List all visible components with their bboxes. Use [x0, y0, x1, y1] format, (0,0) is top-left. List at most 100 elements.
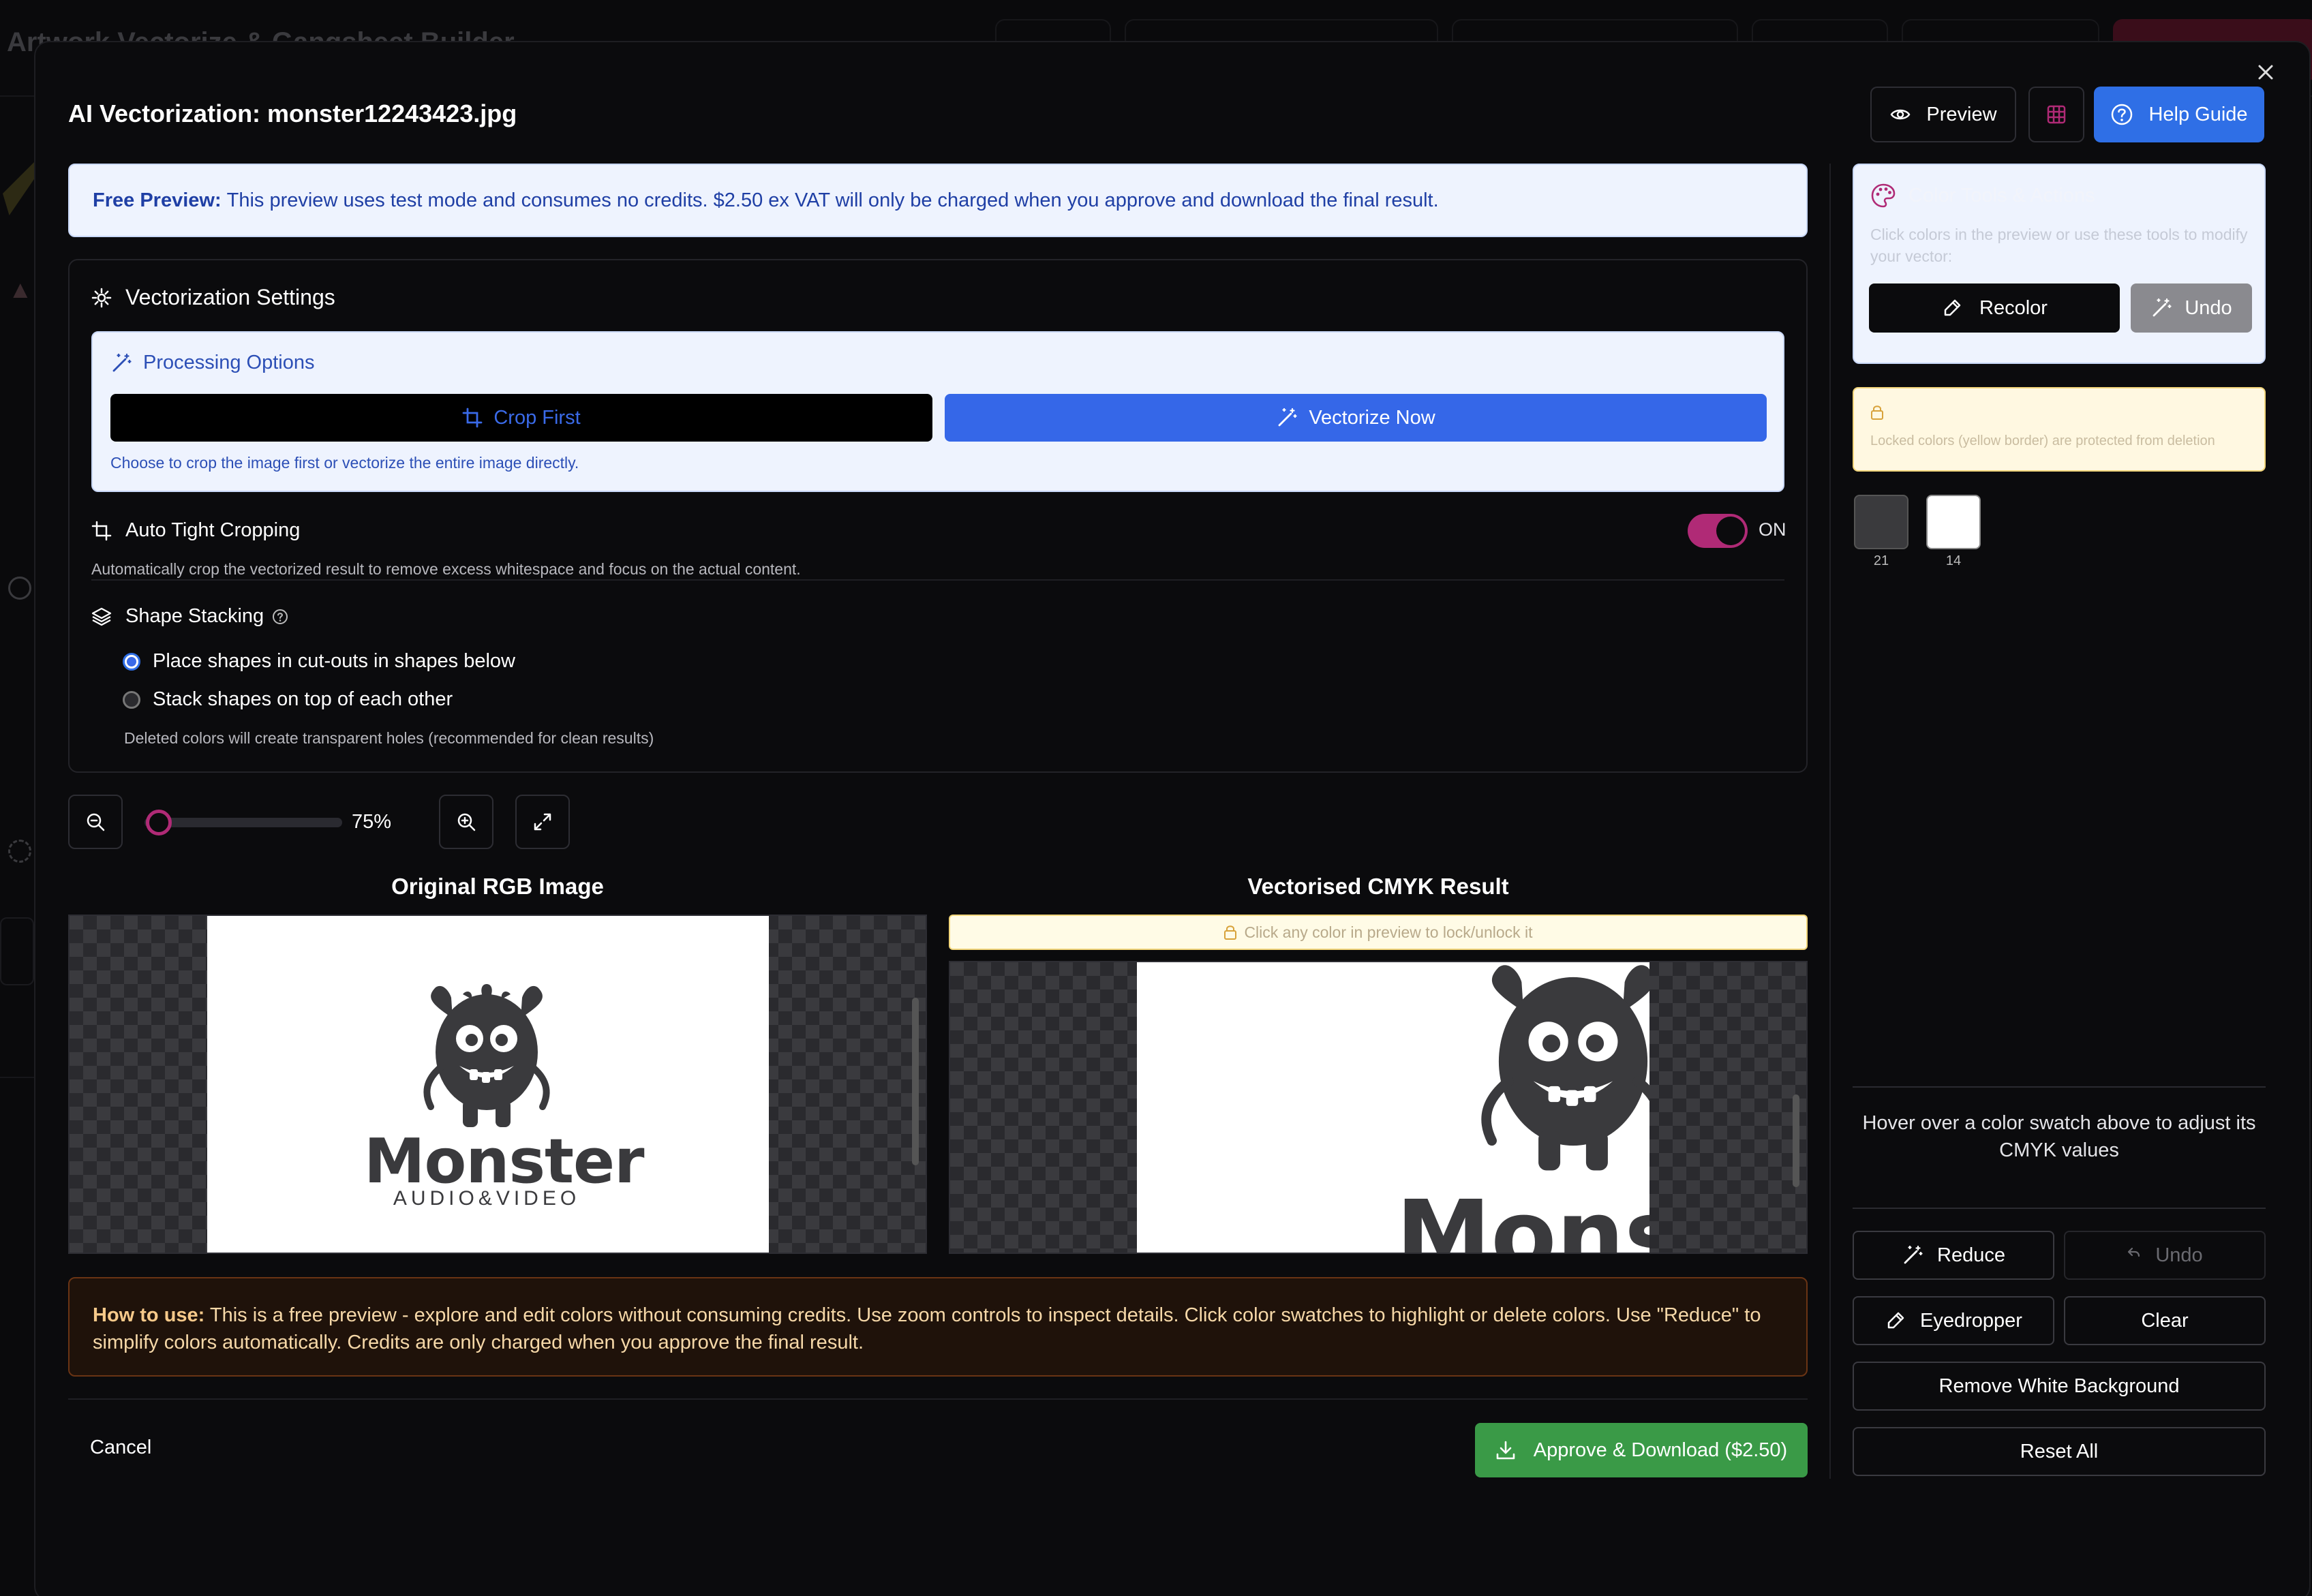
locked-colors-text: Locked colors (yellow border) are protec… [1870, 433, 2215, 448]
undo-action-label: Undo [2155, 1244, 2203, 1266]
background-card [0, 917, 34, 985]
free-preview-text: This preview uses test mode and consumes… [226, 189, 1439, 211]
zoom-out-icon [85, 811, 106, 833]
settings-title: Vectorization Settings [91, 285, 335, 310]
color-tools-hint: Click colors in the preview or use these… [1870, 226, 2248, 265]
crop-first-button[interactable]: Crop First [110, 394, 932, 442]
palette-icon [1870, 183, 1896, 209]
info-icon[interactable] [272, 609, 288, 625]
settings-divider [91, 579, 1784, 581]
background-check-icon [8, 577, 31, 600]
modal-title: AI Vectorization: monster12243423.jpg [68, 99, 517, 127]
reset-all-button[interactable]: Reset All [1853, 1427, 2266, 1476]
lock-hint-text: Click any color in preview to lock/unloc… [1244, 923, 1533, 941]
lock-icon [1870, 405, 1884, 420]
cancel-button[interactable]: Cancel [90, 1437, 151, 1459]
background-divider [0, 1077, 34, 1078]
locked-colors-info: Locked colors (yellow border) are protec… [1853, 387, 2266, 472]
stacking-option-label: Place shapes in cut-outs in shapes below [153, 650, 515, 672]
layers-icon [91, 607, 112, 627]
remove-white-background-button[interactable]: Remove White Background [1853, 1362, 2266, 1411]
processing-options-box: Processing Options Crop First Vectorize … [91, 331, 1784, 492]
radio-unselected[interactable] [123, 690, 140, 709]
fullscreen-button[interactable] [515, 795, 570, 849]
how-to-use-label: How to use: [93, 1304, 205, 1326]
color-swatch[interactable] [1854, 495, 1908, 549]
radio-selected[interactable] [123, 652, 140, 671]
reduce-button[interactable]: Reduce [1853, 1231, 2054, 1280]
original-scrollbar[interactable] [912, 998, 919, 1165]
lock-hint-banner: Click any color in preview to lock/unloc… [949, 915, 1808, 950]
monster-vector-illustration [1481, 965, 1649, 1171]
auto-crop-toggle[interactable] [1688, 514, 1748, 548]
result-scrollbar[interactable] [1793, 1094, 1799, 1187]
eyedropper-icon [1941, 297, 1963, 319]
how-to-use-text: This is a free preview - explore and edi… [93, 1304, 1761, 1353]
auto-crop-label: Auto Tight Cropping [125, 519, 301, 541]
processing-hint: Choose to crop the image first or vector… [110, 454, 579, 472]
eyedropper-label: Eyedropper [1920, 1309, 2022, 1332]
eyedropper-icon [1885, 1310, 1906, 1332]
expand-icon [532, 811, 553, 833]
zoom-slider-handle[interactable] [146, 810, 172, 835]
zoom-slider-track[interactable] [144, 818, 342, 827]
free-preview-label: Free Preview: [93, 189, 222, 211]
free-preview-banner: Free Preview: This preview uses test mod… [68, 164, 1808, 237]
zoom-out-button[interactable] [68, 795, 123, 849]
zoom-in-icon [455, 811, 477, 833]
auto-crop-state: ON [1759, 519, 1786, 540]
help-guide-label: Help Guide [2148, 103, 2248, 125]
recolor-label: Recolor [1979, 296, 2048, 319]
original-image-viewport[interactable]: Monster AUDIO&VIDEO [68, 915, 927, 1254]
zoom-in-button[interactable] [439, 795, 493, 849]
processing-options-label: Processing Options [143, 352, 315, 373]
help-guide-button[interactable]: Help Guide [2094, 87, 2264, 142]
preview-button-label: Preview [1926, 103, 1997, 125]
result-image-viewport[interactable]: Monst [949, 961, 1808, 1254]
stacking-option-cutouts[interactable]: Place shapes in cut-outs in shapes below [123, 650, 515, 673]
preview-button[interactable]: Preview [1870, 87, 2016, 142]
auto-crop-title: Auto Tight Cropping [91, 519, 300, 542]
undo-label: Undo [2185, 296, 2232, 319]
logo-brand-text-vector: Monst [1396, 1180, 1649, 1254]
shape-stacking-label: Shape Stacking [125, 605, 264, 627]
color-swatch[interactable] [1926, 495, 1981, 549]
vectorize-now-label: Vectorize Now [1309, 406, 1435, 429]
clear-button[interactable]: Clear [2064, 1296, 2266, 1345]
help-circle-icon [2110, 103, 2133, 126]
stacking-note: Deleted colors will create transparent h… [124, 729, 654, 747]
swatch-count: 14 [1945, 553, 1962, 568]
background-gear-icon [8, 840, 31, 863]
vectorize-now-button[interactable]: Vectorize Now [945, 394, 1767, 442]
stacking-option-label: Stack shapes on top of each other [153, 688, 453, 710]
shape-stacking-title: Shape Stacking [91, 605, 288, 628]
processing-options-title: Processing Options [110, 352, 314, 374]
undo-recolor-button[interactable]: Undo [2131, 283, 2252, 333]
crop-icon [462, 408, 483, 428]
crop-icon [91, 521, 112, 541]
magic-wand-icon [1902, 1244, 1923, 1266]
eyedropper-button[interactable]: Eyedropper [1853, 1296, 2054, 1345]
download-icon [1495, 1440, 1516, 1460]
lock-icon [1223, 925, 1237, 940]
approve-download-button[interactable]: Approve & Download ($2.50) [1475, 1423, 1808, 1477]
magic-wand-icon [1276, 407, 1298, 429]
approve-download-label: Approve & Download ($2.50) [1533, 1439, 1788, 1461]
undo-button[interactable]: Undo [2064, 1231, 2266, 1280]
zoom-value: 75% [352, 811, 392, 833]
clear-label: Clear [2141, 1309, 2189, 1332]
close-icon[interactable] [2253, 60, 2278, 85]
monster-illustration [423, 984, 550, 1127]
recolor-button[interactable]: Recolor [1869, 283, 2120, 333]
color-tools-label: Color Tools & Actions [1908, 184, 2095, 206]
vector-result-image: Monst [1137, 962, 1649, 1254]
stacking-option-stack[interactable]: Stack shapes on top of each other [123, 688, 453, 711]
color-tools-card: Color Tools & Actions Click colors in th… [1853, 164, 2266, 364]
right-divider [1853, 1086, 2266, 1088]
remove-white-label: Remove White Background [1938, 1375, 2180, 1397]
original-image: Monster AUDIO&VIDEO [207, 916, 769, 1253]
reduce-label: Reduce [1937, 1244, 2005, 1266]
magic-wand-icon [2150, 297, 2172, 319]
grid-toggle-button[interactable] [2028, 87, 2084, 142]
settings-title-label: Vectorization Settings [125, 285, 335, 309]
